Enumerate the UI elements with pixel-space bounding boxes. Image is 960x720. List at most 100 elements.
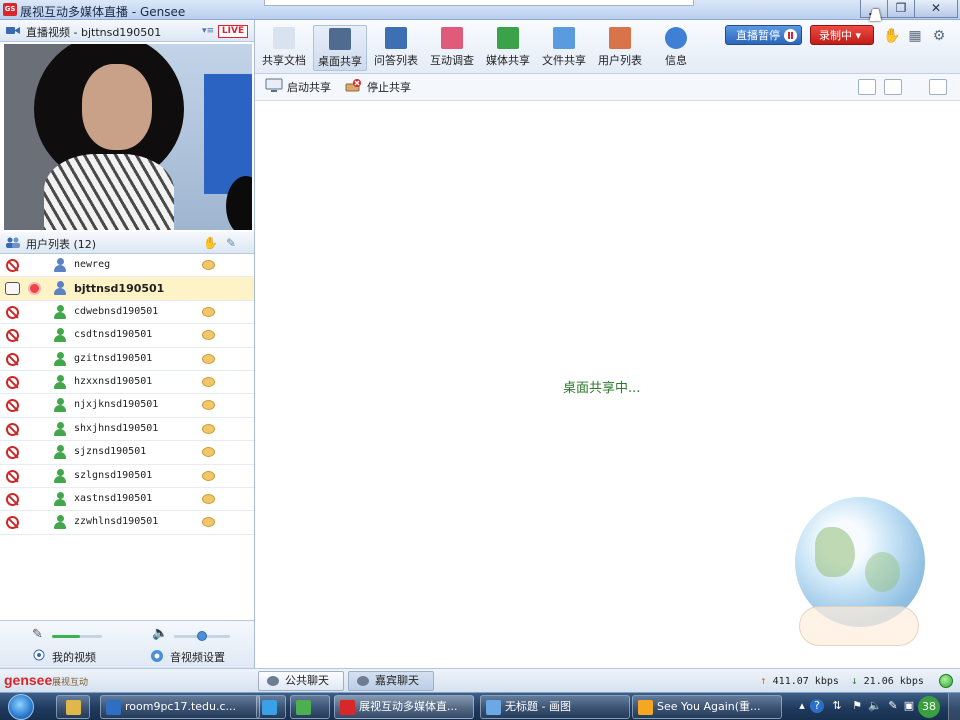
- taskbar-button[interactable]: 展视互动多媒体直...: [334, 695, 474, 719]
- mic-muted-icon[interactable]: [6, 305, 19, 319]
- user-row[interactable]: xastnsd190501: [0, 488, 254, 512]
- private-chat-icon[interactable]: [202, 376, 215, 387]
- taskbar-button[interactable]: [256, 695, 286, 719]
- user-row[interactable]: bjttnsd190501: [0, 277, 254, 301]
- user-row[interactable]: zzwhlnsd190501: [0, 511, 254, 535]
- camera-active-icon[interactable]: [28, 282, 41, 296]
- speaker-icon[interactable]: 🔈: [152, 626, 168, 641]
- camera-settings-icon[interactable]: ▾≡: [202, 26, 214, 36]
- av-settings-button[interactable]: 音视频设置: [170, 649, 225, 665]
- attendee-icon: [54, 328, 66, 343]
- user-list: newreg bjttnsd190501 cdwebnsd190501 csdtnsd…: [0, 254, 254, 535]
- toolbar-item-user-list[interactable]: 用户列表: [593, 25, 647, 71]
- toolbar-item-document[interactable]: 共享文档: [257, 25, 311, 71]
- layout-grid-icon[interactable]: ▦: [907, 28, 923, 44]
- fit-screen-icon[interactable]: [858, 79, 876, 95]
- private-chat-icon[interactable]: [202, 493, 215, 504]
- user-row[interactable]: newreg: [0, 254, 254, 278]
- toolbar-item-label: 共享文档: [262, 54, 306, 67]
- private-chat-icon[interactable]: [202, 447, 215, 458]
- taskbar-button[interactable]: See You Again(重...: [632, 695, 782, 719]
- private-chat-icon[interactable]: [202, 260, 215, 270]
- user-row[interactable]: njxjknsd190501: [0, 394, 254, 418]
- mic-volume-slider[interactable]: [52, 635, 102, 638]
- user-row[interactable]: gzitnsd190501: [0, 348, 254, 371]
- toolbar-item-info[interactable]: 信息: [649, 25, 703, 71]
- volume-icon[interactable]: 🔈: [868, 699, 882, 713]
- fullscreen-icon[interactable]: [929, 79, 947, 95]
- taskbar-button[interactable]: room9pc17.tedu.c...: [100, 695, 260, 719]
- speaker-volume-slider[interactable]: [174, 631, 230, 641]
- private-chat-icon[interactable]: [202, 470, 215, 481]
- my-video-button[interactable]: 我的视频: [52, 649, 96, 665]
- start-share-button[interactable]: 启动共享: [265, 78, 331, 95]
- mic-muted-icon[interactable]: [6, 375, 19, 389]
- toolbar-item-desktop-share[interactable]: 桌面共享: [313, 25, 367, 71]
- user-row[interactable]: sjznsd190501: [0, 441, 254, 465]
- maximize-button[interactable]: ❐: [887, 0, 915, 18]
- gear-icon[interactable]: ⚙: [931, 28, 947, 44]
- live-video-header: 直播视频 - bjttnsd190501 ▾≡ LIVE: [0, 20, 254, 42]
- mic-muted-icon[interactable]: [6, 516, 19, 530]
- user-settings-icon[interactable]: ✎: [226, 236, 244, 250]
- actual-size-icon[interactable]: [884, 79, 902, 95]
- public-chat-tab[interactable]: 公共聊天: [258, 671, 344, 691]
- attendee-icon: [54, 398, 66, 413]
- tray-input-icon[interactable]: ✎: [886, 699, 900, 713]
- help-icon[interactable]: ?: [810, 699, 824, 713]
- mic-muted-icon[interactable]: [6, 259, 19, 272]
- live-video-feed[interactable]: [4, 44, 252, 230]
- microphone-icon[interactable]: ✎: [32, 627, 43, 642]
- tray-badge[interactable]: 38: [918, 696, 940, 718]
- speaker-volume-knob[interactable]: [197, 631, 207, 641]
- toolbar-item-qa-list[interactable]: 问答列表: [369, 25, 423, 71]
- private-chat-icon[interactable]: [202, 306, 215, 317]
- mic-active-icon[interactable]: [5, 282, 20, 296]
- user-row[interactable]: hzxxnsd190501: [0, 371, 254, 395]
- mic-muted-icon[interactable]: [6, 446, 19, 460]
- tray-flag-icon[interactable]: ⚑: [850, 699, 864, 713]
- show-desktop-button[interactable]: [948, 693, 960, 720]
- my-video-icon[interactable]: [33, 649, 45, 664]
- taskbar-button[interactable]: 无标题 - 画图: [480, 695, 630, 719]
- user-list-tools[interactable]: ✋✎: [203, 236, 244, 250]
- av-settings-icon[interactable]: [150, 649, 164, 666]
- private-chat-icon[interactable]: [202, 400, 215, 411]
- raise-hand-icon[interactable]: ✋: [203, 236, 226, 250]
- close-button[interactable]: ✕: [914, 0, 958, 18]
- download-rate-value: 21.06 kbps: [863, 676, 924, 687]
- taskbar-button[interactable]: [290, 695, 330, 719]
- private-chat-icon[interactable]: [202, 330, 215, 341]
- private-chat-icon[interactable]: [202, 353, 215, 364]
- mic-muted-icon[interactable]: [6, 329, 19, 343]
- mic-muted-icon[interactable]: [6, 352, 19, 366]
- mic-muted-icon[interactable]: [6, 469, 19, 483]
- live-pause-button[interactable]: 直播暂停: [725, 25, 802, 45]
- taskbar-app-icon: [106, 700, 121, 715]
- private-chat-icon[interactable]: [202, 423, 215, 434]
- user-name: newreg: [74, 259, 111, 270]
- toolbar-item-media-share[interactable]: 媒体共享: [481, 25, 535, 71]
- user-row[interactable]: csdtnsd190501: [0, 324, 254, 348]
- tray-device-icon[interactable]: ▣: [902, 699, 916, 713]
- user-row[interactable]: cdwebnsd190501: [0, 301, 254, 325]
- raise-hand-icon[interactable]: ✋: [883, 28, 900, 44]
- mic-muted-icon[interactable]: [6, 399, 19, 413]
- user-row[interactable]: szlgnsd190501: [0, 465, 254, 488]
- share-status-text: 桌面共享中...: [563, 381, 641, 396]
- taskbar-quicklaunch[interactable]: [56, 695, 90, 719]
- toolbar-item-file-share[interactable]: 文件共享: [537, 25, 591, 71]
- mic-muted-icon[interactable]: [6, 492, 19, 506]
- private-chat-icon[interactable]: [202, 517, 215, 528]
- guest-chat-tab[interactable]: 嘉宾聊天: [348, 671, 434, 691]
- attendee-icon: [54, 374, 66, 389]
- user-row[interactable]: shxjhnsd190501: [0, 418, 254, 442]
- mic-muted-icon[interactable]: [6, 422, 19, 436]
- start-button[interactable]: [8, 694, 34, 720]
- tray-network-icon[interactable]: ⇅: [830, 699, 844, 713]
- globe-land: [865, 552, 900, 592]
- tray-expand-icon[interactable]: ▴: [795, 699, 809, 713]
- stop-share-button[interactable]: 停止共享: [345, 79, 411, 95]
- recording-button[interactable]: 录制中 ▾: [810, 25, 874, 45]
- toolbar-item-survey-chart[interactable]: 互动调查: [425, 25, 479, 71]
